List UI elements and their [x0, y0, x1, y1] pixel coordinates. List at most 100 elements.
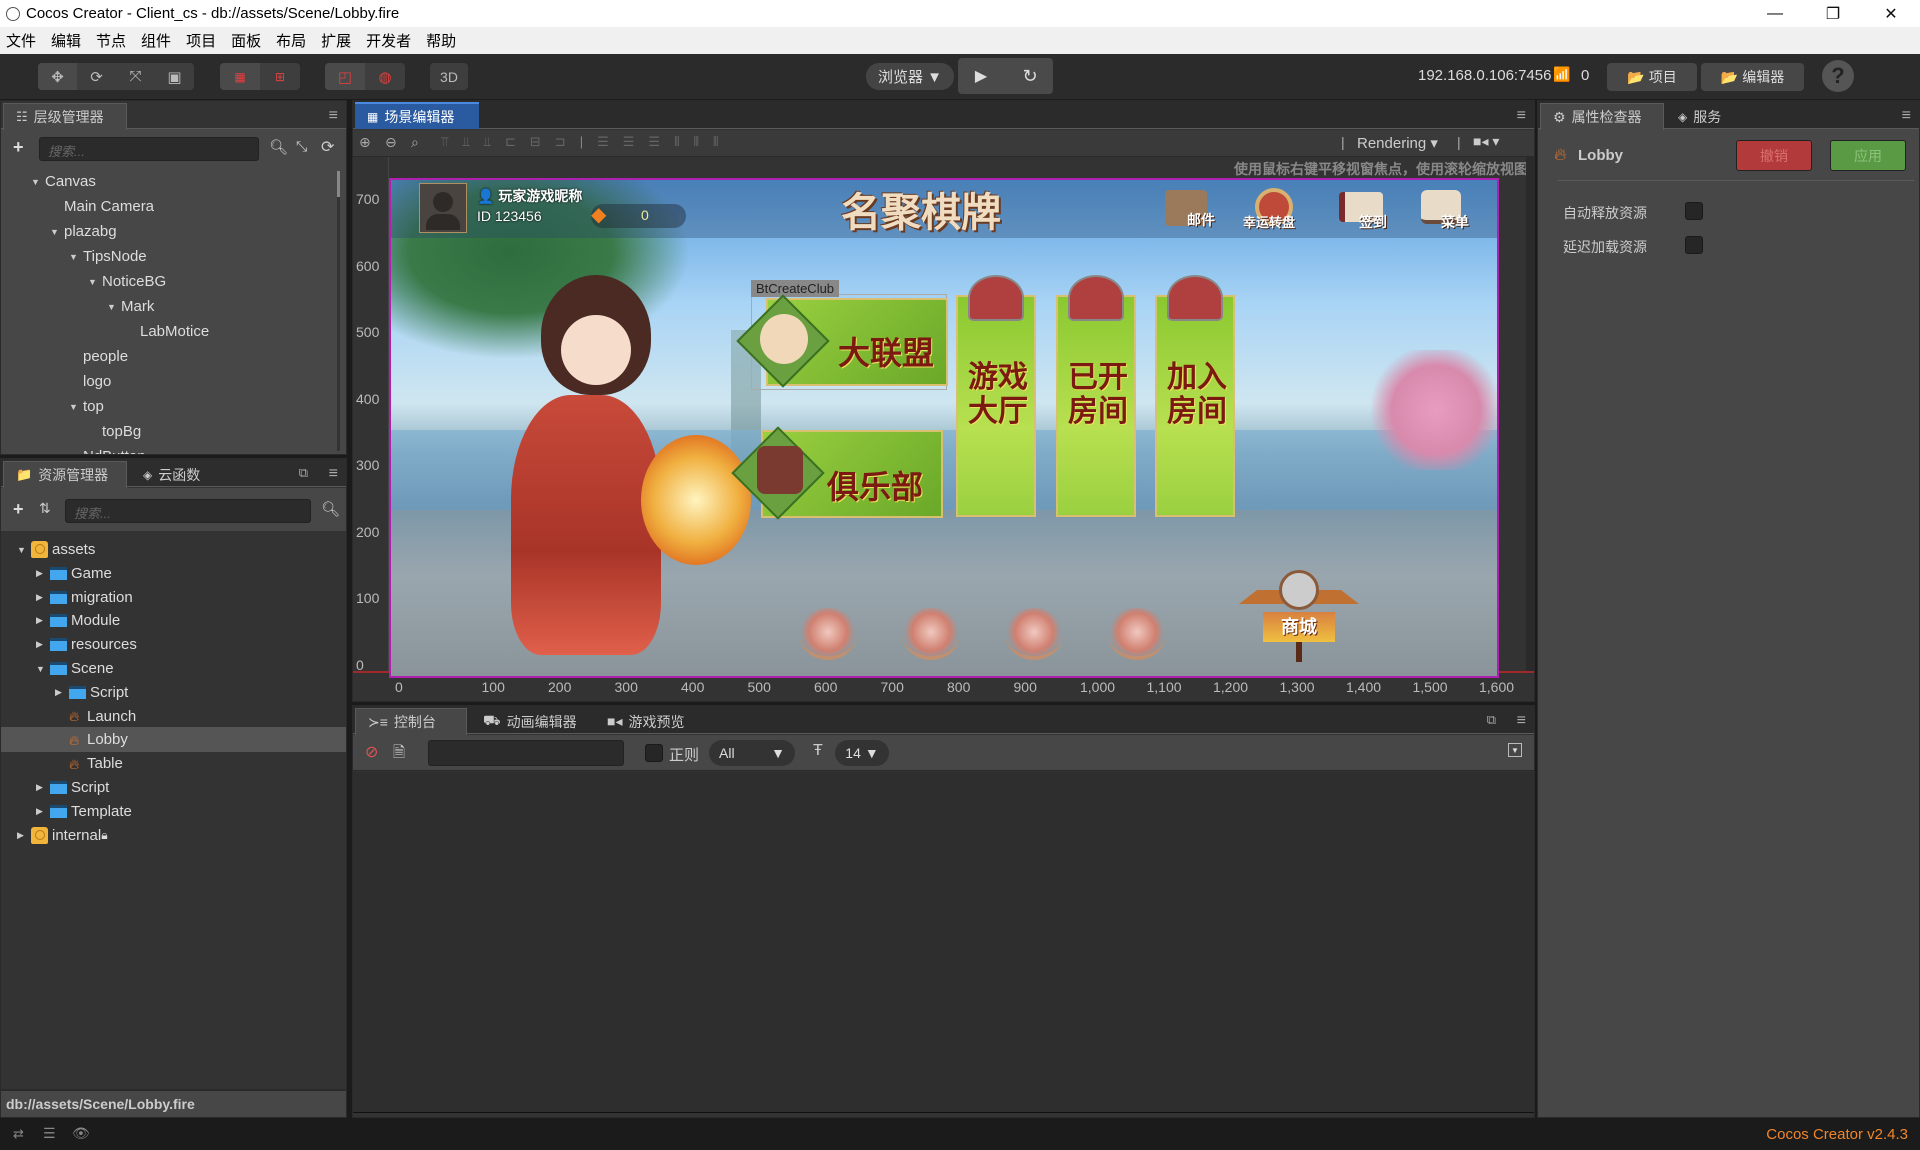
menu-project[interactable]: 项目 — [186, 30, 216, 51]
club-button[interactable]: 俱乐部 — [731, 426, 943, 520]
revert-button[interactable]: 撤销 — [1736, 140, 1812, 171]
alliance-button[interactable]: 大联盟 — [736, 294, 948, 388]
sign-in-button[interactable]: 签到 — [1335, 188, 1395, 232]
align-vcenter-icon[interactable]: ⫫ — [462, 134, 469, 150]
game-hall-button[interactable]: 游戏大厅 — [956, 275, 1036, 517]
chevron-right-icon[interactable]: ▶ — [55, 687, 69, 698]
popout-icon[interactable]: ⧉ — [1487, 712, 1496, 728]
collapse-icon[interactable]: ⤡ — [296, 138, 307, 155]
menu-panel[interactable]: 面板 — [231, 30, 261, 51]
asset-item[interactable]: ▶ migration — [1, 585, 346, 610]
asset-item[interactable]: ▶ Template — [1, 799, 346, 824]
asset-item[interactable]: ▼ Scene — [1, 656, 346, 681]
tab-console[interactable]: ≻≡ 控制台 — [355, 708, 467, 735]
add-asset-icon[interactable]: + — [13, 499, 24, 520]
align-right-icon[interactable]: ⊐ — [555, 134, 566, 150]
tab-hierarchy[interactable]: ☷ 层级管理器 — [3, 103, 127, 130]
refresh-button[interactable]: ↻ — [1008, 66, 1053, 87]
asset-item[interactable]: ▶ Module — [1, 608, 346, 633]
distribute-left-icon[interactable]: ⫴ — [674, 134, 679, 150]
game-canvas[interactable]: 👤 玩家游戏昵称 ID 123456 ◆ 0 名聚棋牌 邮件 幸运转盘 签到 菜… — [389, 178, 1499, 678]
menu-edit[interactable]: 编辑 — [51, 30, 81, 51]
scene-scrollbar[interactable] — [1526, 157, 1534, 671]
tab-scene-editor[interactable]: ▦ 场景编辑器 — [355, 102, 479, 129]
move-tool-icon[interactable]: ✥ — [38, 63, 77, 90]
distribute-top-icon[interactable]: ☰ — [597, 134, 609, 150]
search-icon[interactable]: 🔍︎ — [269, 138, 288, 156]
lucky-wheel-button[interactable]: 幸运转盘 — [1243, 188, 1313, 232]
tab-game-preview[interactable]: ■◂ 游戏预览 — [595, 708, 696, 735]
asset-item[interactable]: ▶ Script — [1, 680, 346, 705]
menu-component[interactable]: 组件 — [141, 30, 171, 51]
async-load-checkbox[interactable] — [1685, 236, 1703, 254]
distribute-hcenter-icon[interactable]: ⫴ — [694, 134, 699, 150]
rendering-dropdown[interactable]: Rendering ▾ — [1357, 134, 1438, 152]
asset-item[interactable]: ▶ Script — [1, 775, 346, 800]
hierarchy-scrollbar[interactable] — [337, 171, 340, 451]
apply-button[interactable]: 应用 — [1830, 140, 1906, 171]
hierarchy-node[interactable]: ▼ Mark — [1, 294, 331, 319]
expand-arrow-icon[interactable]: ▼ — [69, 252, 83, 262]
chevron-right-icon[interactable]: ▶ — [36, 806, 50, 817]
pivot-icon[interactable]: ▦ — [220, 63, 260, 90]
refresh-icon[interactable]: ⟳ — [321, 137, 334, 157]
tab-cloud-functions[interactable]: ◈ 云函数 — [131, 461, 212, 488]
distribute-bottom-icon[interactable]: ☰ — [648, 134, 660, 150]
chevron-right-icon[interactable]: ▶ — [36, 568, 50, 579]
panel-menu-icon[interactable]: ≡ — [329, 465, 338, 483]
scale-tool-icon[interactable]: ⤧ — [116, 63, 155, 90]
expand-arrow-icon[interactable]: ▼ — [69, 452, 83, 455]
expand-arrow-icon[interactable]: ▼ — [31, 177, 45, 187]
hierarchy-node[interactable]: Main Camera — [1, 194, 331, 219]
sort-icon[interactable]: ⇅ — [39, 500, 51, 517]
align-bottom-icon[interactable]: ⫫ — [484, 134, 491, 150]
expand-arrow-icon[interactable]: ▼ — [50, 227, 64, 237]
asset-item[interactable]: ▼ assets — [1, 537, 346, 562]
collapse-toggle-icon[interactable]: ▼ — [1508, 743, 1522, 757]
close-button[interactable]: ✕ — [1862, 0, 1920, 27]
open-project-button[interactable]: 📂 项目 — [1607, 63, 1697, 91]
hierarchy-node[interactable]: logo — [1, 369, 331, 394]
menu-developer[interactable]: 开发者 — [366, 30, 411, 51]
zoom-in-icon[interactable]: ⊕ — [359, 134, 371, 151]
asset-item[interactable]: 🔥︎ Launch — [1, 704, 346, 729]
play-button[interactable]: ▶ — [959, 66, 1004, 86]
menu-help[interactable]: 帮助 — [426, 30, 456, 51]
tab-animation-editor[interactable]: ⛟ 动画编辑器 — [471, 708, 589, 735]
menu-layout[interactable]: 布局 — [276, 30, 306, 51]
font-size-select[interactable]: 14 ▼ — [835, 740, 889, 766]
expand-arrow-icon[interactable]: ▼ — [69, 402, 83, 412]
hierarchy-search-input[interactable]: 搜索... — [39, 137, 259, 161]
player-avatar[interactable] — [419, 183, 467, 233]
hierarchy-node[interactable]: topBg — [1, 419, 331, 444]
mail-button[interactable]: 邮件 — [1161, 188, 1221, 232]
sync-icon[interactable]: ⇄ — [13, 1126, 24, 1142]
add-node-icon[interactable]: + — [13, 137, 24, 158]
chevron-right-icon[interactable]: ▶ — [36, 615, 50, 626]
auto-release-checkbox[interactable] — [1685, 202, 1703, 220]
zoom-reset-icon[interactable]: ⌕ — [411, 134, 419, 151]
shop-button[interactable]: 商城 — [1239, 570, 1359, 666]
distribute-right-icon[interactable]: ⫴ — [713, 134, 718, 150]
hierarchy-node[interactable]: people — [1, 344, 331, 369]
search-icon[interactable]: 🔍︎ — [321, 500, 340, 518]
zoom-out-icon[interactable]: ⊖ — [385, 134, 397, 151]
tab-inspector[interactable]: ⚙ 属性检查器 — [1540, 103, 1664, 130]
hierarchy-node[interactable]: ▼ plazabg — [1, 219, 331, 244]
distribute-vcenter-icon[interactable]: ☰ — [623, 134, 635, 150]
minimize-button[interactable]: — — [1746, 0, 1804, 27]
asset-item[interactable]: ▶ Game — [1, 561, 346, 586]
panel-menu-icon[interactable]: ≡ — [1517, 107, 1526, 125]
bottom-icon-1[interactable] — [799, 608, 857, 660]
open-editor-button[interactable]: 📂 编辑器 — [1701, 63, 1804, 91]
panel-menu-icon[interactable]: ≡ — [329, 107, 338, 125]
bottom-icon-2[interactable] — [902, 608, 960, 660]
chevron-down-icon[interactable]: ▼ — [36, 664, 50, 674]
chevron-right-icon[interactable]: ▶ — [36, 639, 50, 650]
menu-button[interactable]: 菜单 — [1417, 188, 1477, 232]
camera-dropdown[interactable]: ■◂ ▾ — [1473, 133, 1499, 150]
align-hcenter-icon[interactable]: ⊟ — [530, 134, 541, 150]
rotate-tool-icon[interactable]: ⟳ — [77, 63, 116, 90]
console-filter-input[interactable] — [428, 740, 624, 766]
chevron-right-icon[interactable]: ▶ — [36, 592, 50, 603]
